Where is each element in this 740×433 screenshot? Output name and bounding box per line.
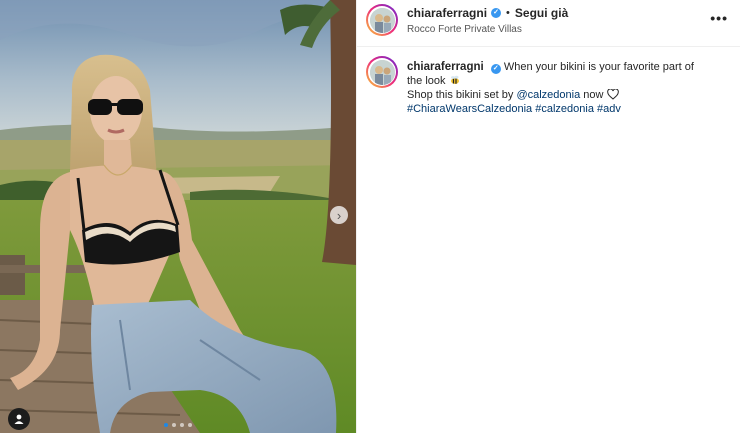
carousel-dot <box>164 423 168 427</box>
bee-emoji-icon <box>450 75 459 84</box>
header-info: chiaraferragni ✓ • Segui già Rocco Forte… <box>407 6 568 35</box>
verified-badge-icon: ✓ <box>491 8 502 18</box>
caption-line2-suffix: now <box>583 89 604 101</box>
carousel-next-button[interactable]: › <box>330 206 348 224</box>
carousel-indicator <box>0 423 356 427</box>
profile-picture <box>369 59 395 85</box>
heart-icon <box>606 89 619 100</box>
instagram-post: › chiaraferragni ✓ • Segui già Rocco For… <box>0 0 740 433</box>
hashtag-link[interactable]: #ChiaraWearsCalzedonia <box>407 103 532 115</box>
caption-text: chiaraferragni ✓ When your bikini is you… <box>407 60 707 116</box>
header-separator: • <box>506 7 510 19</box>
more-options-button[interactable]: ••• <box>710 10 728 26</box>
carousel-dot <box>188 423 192 427</box>
verified-badge-icon: ✓ <box>490 64 501 74</box>
post-media[interactable]: › <box>0 0 356 433</box>
avatar[interactable] <box>366 4 398 36</box>
header-username[interactable]: chiaraferragni <box>407 6 487 20</box>
following-button[interactable]: Segui già <box>515 6 568 20</box>
panel-divider <box>356 0 357 433</box>
carousel-dot <box>180 423 184 427</box>
hashtag-link[interactable]: #adv <box>597 103 621 115</box>
location-link[interactable]: Rocco Forte Private Villas <box>407 24 568 35</box>
hashtag-link[interactable]: #calzedonia <box>535 103 594 115</box>
mention-link[interactable]: @calzedonia <box>516 89 580 101</box>
post-header: chiaraferragni ✓ • Segui già Rocco Forte… <box>357 0 740 47</box>
caption-line2-prefix: Shop this bikini set by <box>407 89 514 101</box>
post-photo <box>0 0 356 433</box>
profile-picture <box>369 7 395 33</box>
chevron-right-icon: › <box>336 207 342 223</box>
caption-username[interactable]: chiaraferragni <box>407 61 484 73</box>
caption-avatar[interactable] <box>366 56 398 88</box>
carousel-dot <box>172 423 176 427</box>
